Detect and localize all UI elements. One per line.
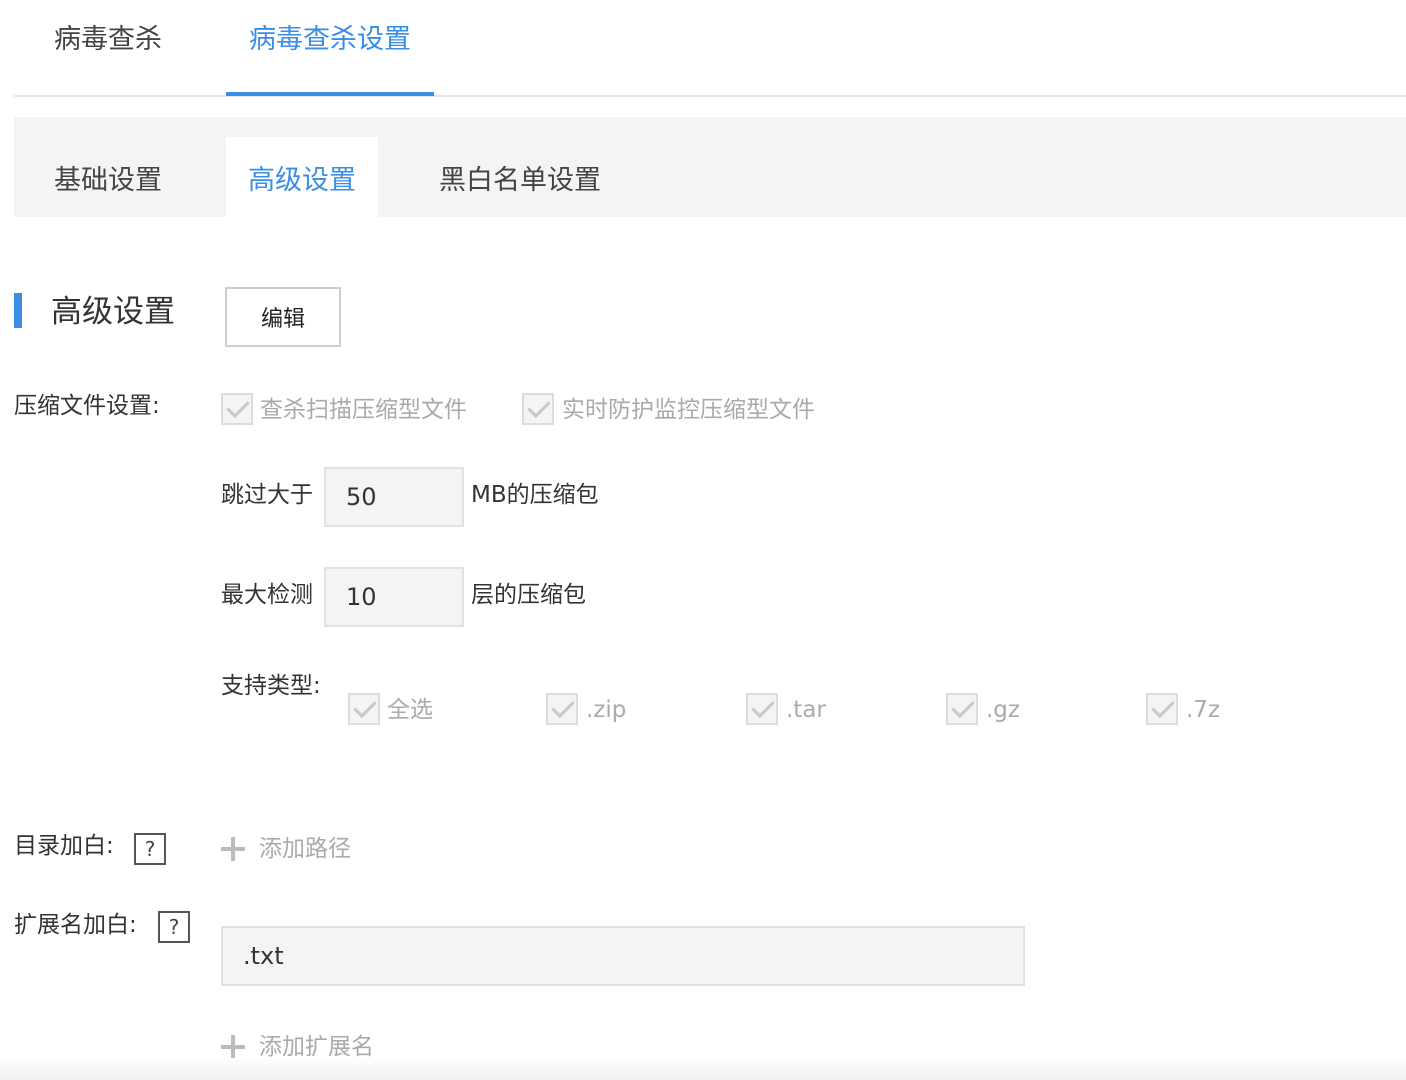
tab-virus-scan-settings[interactable]: 病毒查杀设置 bbox=[226, 0, 434, 96]
type-zip-checkbox[interactable] bbox=[546, 693, 578, 725]
section-title: 高级设置 bbox=[51, 294, 175, 330]
top-tabs: 病毒查杀 病毒查杀设置 bbox=[14, 0, 1406, 97]
type-zip-label: .zip bbox=[586, 697, 627, 723]
tab-advanced-settings[interactable]: 高级设置 bbox=[226, 137, 378, 217]
max-depth-suffix: 层的压缩包 bbox=[471, 582, 586, 608]
supported-types-label: 支持类型: bbox=[221, 673, 321, 699]
sub-tabs: 基础设置 高级设置 黑白名单设置 bbox=[14, 117, 1406, 217]
section-accent-bar bbox=[14, 293, 22, 328]
skip-size-suffix: MB的压缩包 bbox=[471, 482, 599, 508]
scan-compressed-checkbox[interactable] bbox=[221, 393, 253, 425]
add-extension-plus-icon[interactable] bbox=[221, 1035, 245, 1059]
scan-compressed-label: 查杀扫描压缩型文件 bbox=[260, 397, 467, 423]
page: 病毒查杀 病毒查杀设置 基础设置 高级设置 黑白名单设置 高级设置 编辑 压缩文… bbox=[0, 0, 1406, 1080]
type-gz-checkbox[interactable] bbox=[946, 693, 978, 725]
ext-whitelist-input[interactable] bbox=[221, 926, 1025, 986]
max-depth-input[interactable] bbox=[324, 567, 464, 627]
type-gz-label: .gz bbox=[986, 697, 1020, 723]
tab-virus-scan[interactable]: 病毒查杀 bbox=[54, 0, 162, 97]
add-path-plus-icon[interactable] bbox=[221, 837, 245, 861]
type-tar-checkbox[interactable] bbox=[746, 693, 778, 725]
ext-whitelist-help-icon[interactable]: ? bbox=[158, 911, 190, 943]
max-depth-prefix: 最大检测 bbox=[221, 582, 313, 608]
type-7z-label: .7z bbox=[1186, 697, 1221, 723]
skip-size-prefix: 跳过大于 bbox=[221, 482, 313, 508]
tab-basic-settings[interactable]: 基础设置 bbox=[54, 137, 162, 217]
ext-whitelist-label: 扩展名加白: bbox=[14, 912, 137, 938]
realtime-compressed-checkbox[interactable] bbox=[522, 393, 554, 425]
skip-size-input[interactable] bbox=[324, 467, 464, 527]
edit-button[interactable]: 编辑 bbox=[225, 287, 341, 347]
dir-whitelist-help-icon[interactable]: ? bbox=[134, 833, 166, 865]
dir-whitelist-label: 目录加白: bbox=[14, 833, 114, 859]
realtime-compressed-label: 实时防护监控压缩型文件 bbox=[562, 397, 815, 423]
type-select-all-checkbox[interactable] bbox=[348, 693, 380, 725]
type-7z-checkbox[interactable] bbox=[1146, 693, 1178, 725]
type-select-all-label: 全选 bbox=[387, 697, 433, 723]
tab-black-white-list[interactable]: 黑白名单设置 bbox=[439, 137, 601, 217]
add-path-link[interactable]: 添加路径 bbox=[259, 834, 351, 864]
compress-settings-label: 压缩文件设置: bbox=[14, 393, 160, 419]
type-tar-label: .tar bbox=[786, 697, 826, 723]
bottom-shadow bbox=[0, 1058, 1406, 1080]
